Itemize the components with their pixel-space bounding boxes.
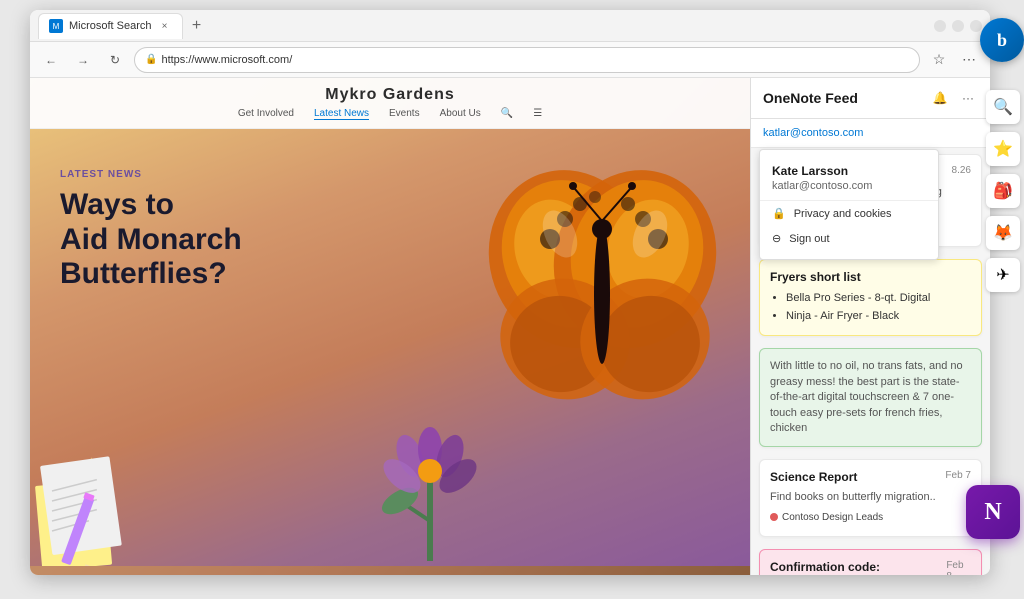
lock-icon: 🔒 [145, 54, 157, 65]
onenote-float-icon[interactable]: N [966, 485, 1020, 539]
sign-out-item[interactable]: ⊖ Sign out [760, 226, 938, 251]
browser-window: M Microsoft Search × + ← → ↻ 🔒 https://w… [30, 10, 990, 575]
privacy-icon: 🔒 [772, 207, 786, 220]
account-email[interactable]: katlar@contoso.com [763, 127, 978, 139]
refresh-button[interactable]: ↻ [102, 47, 128, 73]
more-options-icon[interactable]: ··· [958, 88, 978, 108]
card-title: Confirmation code: DMCXSADD [770, 560, 946, 575]
nav-item-menu[interactable]: ☰ [533, 108, 542, 120]
address-bar[interactable]: 🔒 https://www.microsoft.com/ [134, 47, 920, 73]
send-sidebar-icon[interactable]: ✈ [986, 258, 1020, 292]
dropdown-user-name: Kate Larsson [760, 158, 938, 180]
browser-toolbar: ← → ↻ 🔒 https://www.microsoft.com/ ☆ ⋯ [30, 42, 990, 78]
paper-pencil-decoration [30, 456, 130, 566]
butterfly-image [480, 149, 730, 449]
fryers-list: Bella Pro Series - 8-qt. Digital Ninja -… [770, 290, 971, 325]
dropdown-user-email: katlar@contoso.com [760, 180, 938, 201]
tab-bar: M Microsoft Search × + [38, 10, 209, 41]
card-header: Confirmation code: DMCXSADD Feb 8 [770, 560, 971, 575]
site-nav: Get Involved Latest News Events About Us… [238, 108, 542, 120]
card-header: Fryers short list [770, 270, 971, 284]
list-item: Bella Pro Series - 8-qt. Digital [786, 290, 971, 308]
window-controls [934, 20, 982, 32]
settings-icon[interactable]: ⋯ [956, 47, 982, 73]
favorites-icon[interactable]: ☆ [926, 47, 952, 73]
tab-favicon: M [49, 19, 63, 33]
flower-decoration [330, 411, 530, 566]
character-sidebar-icon[interactable]: 🦊 [986, 216, 1020, 250]
privacy-cookies-item[interactable]: 🔒 Privacy and cookies [760, 201, 938, 226]
nav-item-about-us[interactable]: About Us [440, 108, 481, 120]
card-body: Find books on butterfly migration.. [770, 490, 971, 505]
maximize-button[interactable] [952, 20, 964, 32]
feed-card-confirmation[interactable]: Confirmation code: DMCXSADD Feb 8 [759, 549, 982, 575]
hero-headline-line2: Aid Monarch [60, 223, 242, 258]
card-date: Feb 7 [945, 470, 971, 481]
hero-headline-line3: Butterflies? [60, 257, 242, 292]
panel-header: OneNote Feed 🔔 ··· [751, 78, 990, 119]
card-body: With little to no oil, no trans fats, an… [770, 359, 971, 436]
hero-headline-line1: Ways to [60, 188, 242, 223]
search-sidebar-icon[interactable]: 🔍 [986, 90, 1020, 124]
latest-news-label: LATEST NEWS [60, 169, 242, 180]
panel-header-icons: 🔔 ··· [930, 88, 978, 108]
favorites-sidebar-icon[interactable]: ⭐ [986, 132, 1020, 166]
toolbar-icons: ☆ ⋯ [926, 47, 982, 73]
forward-button[interactable]: → [70, 47, 96, 73]
bing-b-label: b [997, 30, 1007, 51]
browser-titlebar: M Microsoft Search × + [30, 10, 990, 42]
feed-card-fryers[interactable]: Fryers short list Bella Pro Series - 8-q… [759, 259, 982, 336]
card-title: Fryers short list [770, 270, 861, 284]
nav-item-search[interactable]: 🔍 [501, 108, 513, 120]
feed-card-green-text[interactable]: With little to no oil, no trans fats, an… [759, 348, 982, 447]
panel-title: OneNote Feed [763, 90, 858, 106]
hero-text-block: LATEST NEWS Ways to Aid Monarch Butterfl… [60, 169, 242, 292]
feed-card-science-report[interactable]: Science Report Feb 7 Find books on butte… [759, 459, 982, 537]
card-date: 8.26 [952, 165, 971, 176]
onenote-n-large-icon: N [984, 499, 1001, 526]
account-dropdown: Kate Larsson katlar@contoso.com 🔒 Privac… [759, 149, 939, 260]
active-tab[interactable]: M Microsoft Search × [38, 13, 183, 39]
card-title: Science Report [770, 470, 857, 484]
tab-close-button[interactable]: × [158, 19, 172, 33]
browser-content: Mykro Gardens Get Involved Latest News E… [30, 78, 990, 575]
card-date: Feb 8 [946, 560, 971, 575]
new-tab-button[interactable]: + [185, 14, 209, 38]
bing-button[interactable]: b [980, 18, 1024, 62]
list-item: Ninja - Air Fryer - Black [786, 308, 971, 326]
url-text: https://www.microsoft.com/ [161, 54, 292, 66]
nav-item-get-involved[interactable]: Get Involved [238, 108, 294, 120]
hero-headline: Ways to Aid Monarch Butterflies? [60, 188, 242, 292]
right-sidebar: 🔍 ⭐ 🎒 🦊 ✈ [986, 90, 1020, 292]
tab-title: Microsoft Search [69, 20, 152, 32]
site-title: Mykro Gardens [325, 86, 454, 104]
nav-item-latest-news[interactable]: Latest News [314, 108, 369, 120]
nav-item-events[interactable]: Events [389, 108, 420, 120]
close-button[interactable] [970, 20, 982, 32]
bag-sidebar-icon[interactable]: 🎒 [986, 174, 1020, 208]
account-section: katlar@contoso.com Kate Larsson katlar@c… [751, 119, 990, 148]
card-header: Science Report Feb 7 [770, 470, 971, 484]
website-header: Mykro Gardens Get Involved Latest News E… [30, 78, 750, 129]
website-hero: LATEST NEWS Ways to Aid Monarch Butterfl… [30, 129, 750, 566]
card-tag: Contoso Design Leads [770, 512, 883, 523]
sign-out-icon: ⊖ [772, 232, 781, 245]
website-area: Mykro Gardens Get Involved Latest News E… [30, 78, 750, 575]
back-button[interactable]: ← [38, 47, 64, 73]
bell-icon[interactable]: 🔔 [930, 88, 950, 108]
tag-dot-icon [770, 513, 778, 521]
minimize-button[interactable] [934, 20, 946, 32]
onenote-panel: OneNote Feed 🔔 ··· katlar@contoso.com Ka… [750, 78, 990, 575]
